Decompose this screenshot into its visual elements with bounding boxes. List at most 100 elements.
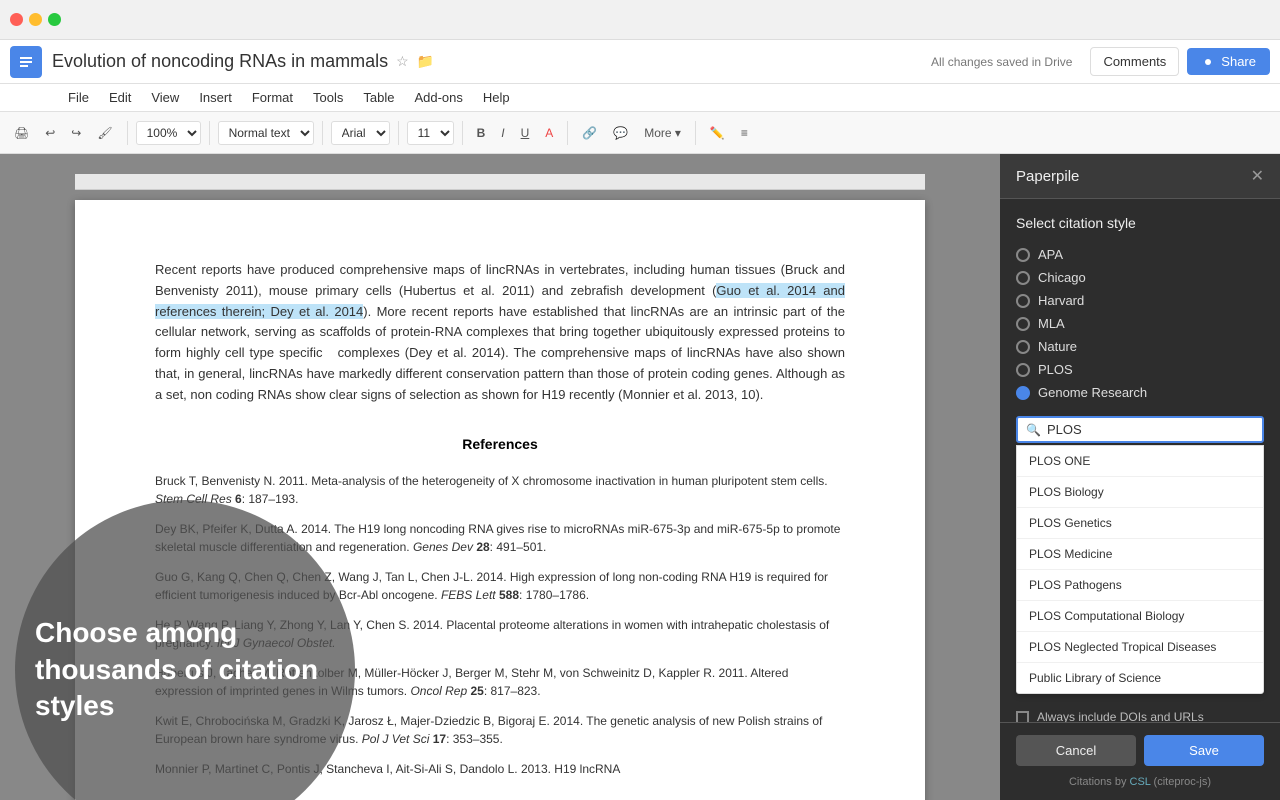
- toolbar-divider-7: [695, 121, 696, 145]
- dropdown-item-plos-one[interactable]: PLOS ONE: [1017, 446, 1263, 477]
- sidebar-footer: Cancel Save Citations by CSL (citeproc-j…: [1000, 722, 1280, 800]
- style-option-harvard[interactable]: Harvard: [1016, 293, 1264, 308]
- save-button[interactable]: Save: [1144, 735, 1264, 766]
- toolbar-divider-2: [209, 121, 210, 145]
- style-search-box: 🔍: [1016, 416, 1264, 443]
- menu-file[interactable]: File: [60, 86, 97, 109]
- link-button[interactable]: 🔗: [576, 122, 603, 144]
- draw-button[interactable]: ✏️: [704, 122, 731, 144]
- google-docs-icon[interactable]: [10, 46, 42, 78]
- toolbar: 🖨 ↩ ↪ 🖌 100% Normal text Arial 11 B I U …: [0, 112, 1280, 154]
- font-select[interactable]: Arial: [331, 121, 390, 145]
- cancel-button[interactable]: Cancel: [1016, 735, 1136, 766]
- menu-format[interactable]: Format: [244, 86, 301, 109]
- toolbar-divider-4: [398, 121, 399, 145]
- sidebar-close-button[interactable]: ✕: [1251, 166, 1264, 186]
- more-button[interactable]: More ▾: [638, 122, 687, 144]
- radio-mla[interactable]: [1016, 317, 1030, 331]
- references-title: References: [155, 436, 845, 452]
- radio-genome-research[interactable]: [1016, 386, 1030, 400]
- folder-icon[interactable]: 📁: [417, 53, 434, 70]
- share-button[interactable]: Share: [1187, 48, 1270, 75]
- menu-table[interactable]: Table: [355, 86, 402, 109]
- doi-label: Always include DOIs and URLs: [1037, 710, 1204, 722]
- docs-bar: Evolution of noncoding RNAs in mammals ☆…: [0, 40, 1280, 84]
- paint-format-button[interactable]: 🖌: [91, 122, 118, 144]
- menu-view[interactable]: View: [143, 86, 187, 109]
- redo-button[interactable]: ↪: [65, 122, 87, 144]
- menu-tools[interactable]: Tools: [305, 86, 351, 109]
- star-icon[interactable]: ☆: [396, 53, 409, 70]
- main-area: Choose among thousands of citation style…: [0, 154, 1280, 800]
- style-option-nature[interactable]: Nature: [1016, 339, 1264, 354]
- style-option-chicago[interactable]: Chicago: [1016, 270, 1264, 285]
- menu-insert[interactable]: Insert: [191, 86, 240, 109]
- style-search-input[interactable]: [1047, 422, 1254, 437]
- radio-label-mla: MLA: [1038, 316, 1065, 331]
- docs-actions: All changes saved in Drive Comments Shar…: [931, 47, 1270, 76]
- doc-area[interactable]: Choose among thousands of citation style…: [0, 154, 1000, 800]
- csl-link[interactable]: CSL: [1130, 776, 1151, 788]
- minimize-traffic-light[interactable]: [29, 13, 42, 26]
- maximize-traffic-light[interactable]: [48, 13, 61, 26]
- radio-apa[interactable]: [1016, 248, 1030, 262]
- citation-style-radio-group: APA Chicago Harvard MLA Nature: [1016, 247, 1264, 400]
- doc-title[interactable]: Evolution of noncoding RNAs in mammals: [52, 51, 388, 72]
- close-traffic-light[interactable]: [10, 13, 23, 26]
- menu-edit[interactable]: Edit: [101, 86, 139, 109]
- size-select[interactable]: 11: [407, 121, 454, 145]
- sidebar-header: Paperpile ✕: [1000, 154, 1280, 199]
- comment-button[interactable]: 💬: [607, 122, 634, 144]
- toolbar-divider-6: [567, 121, 568, 145]
- dropdown-item-plos-medicine[interactable]: PLOS Medicine: [1017, 539, 1263, 570]
- paperpile-sidebar: Paperpile ✕ Select citation style APA Ch…: [1000, 154, 1280, 800]
- style-select[interactable]: Normal text: [218, 121, 314, 145]
- radio-label-harvard: Harvard: [1038, 293, 1084, 308]
- citation-style-title: Select citation style: [1016, 215, 1264, 231]
- sidebar-content: Select citation style APA Chicago Harvar…: [1000, 199, 1280, 722]
- dropdown-item-plos-genetics[interactable]: PLOS Genetics: [1017, 508, 1263, 539]
- radio-label-nature: Nature: [1038, 339, 1077, 354]
- menu-addons[interactable]: Add-ons: [406, 86, 470, 109]
- italic-button[interactable]: I: [495, 122, 510, 144]
- bold-button[interactable]: B: [471, 122, 492, 144]
- font-color-button[interactable]: A: [539, 122, 559, 144]
- citations-by-text: Citations by CSL (citeproc-js): [1016, 776, 1264, 788]
- radio-label-chicago: Chicago: [1038, 270, 1086, 285]
- style-dropdown: PLOS ONE PLOS Biology PLOS Genetics PLOS…: [1016, 445, 1264, 694]
- dropdown-item-plos-comp-bio[interactable]: PLOS Computational Biology: [1017, 601, 1263, 632]
- dropdown-item-plos-biology[interactable]: PLOS Biology: [1017, 477, 1263, 508]
- style-option-mla[interactable]: MLA: [1016, 316, 1264, 331]
- comments-button[interactable]: Comments: [1090, 47, 1179, 76]
- traffic-lights: [10, 13, 61, 26]
- undo-button[interactable]: ↩: [39, 122, 61, 144]
- toolbar-divider-3: [322, 121, 323, 145]
- overlay-text: Choose among thousands of citation style…: [15, 595, 355, 744]
- style-option-plos[interactable]: PLOS: [1016, 362, 1264, 377]
- radio-chicago[interactable]: [1016, 271, 1030, 285]
- style-option-apa[interactable]: APA: [1016, 247, 1264, 262]
- dropdown-item-public-library[interactable]: Public Library of Science: [1017, 663, 1263, 693]
- menu-bar: File Edit View Insert Format Tools Table…: [0, 84, 1280, 112]
- saved-status: All changes saved in Drive: [931, 55, 1072, 69]
- sidebar-title: Paperpile: [1016, 168, 1079, 185]
- radio-label-plos: PLOS: [1038, 362, 1073, 377]
- print-button[interactable]: 🖨: [8, 122, 35, 144]
- style-option-genome-research[interactable]: Genome Research: [1016, 385, 1264, 400]
- toolbar-divider-1: [127, 121, 128, 145]
- doc-title-area: Evolution of noncoding RNAs in mammals ☆…: [52, 51, 931, 72]
- ref-item: Bruck T, Benvenisty N. 2011. Meta-analys…: [155, 472, 845, 508]
- dropdown-item-plos-neglected[interactable]: PLOS Neglected Tropical Diseases: [1017, 632, 1263, 663]
- doi-checkbox[interactable]: [1016, 711, 1029, 723]
- radio-nature[interactable]: [1016, 340, 1030, 354]
- radio-harvard[interactable]: [1016, 294, 1030, 308]
- title-bar: [0, 0, 1280, 40]
- radio-plos[interactable]: [1016, 363, 1030, 377]
- underline-button[interactable]: U: [515, 122, 536, 144]
- zoom-select[interactable]: 100%: [136, 121, 201, 145]
- ruler: [75, 174, 925, 190]
- dropdown-item-plos-pathogens[interactable]: PLOS Pathogens: [1017, 570, 1263, 601]
- section-button[interactable]: ≡: [735, 122, 754, 144]
- radio-label-genome-research: Genome Research: [1038, 385, 1147, 400]
- menu-help[interactable]: Help: [475, 86, 518, 109]
